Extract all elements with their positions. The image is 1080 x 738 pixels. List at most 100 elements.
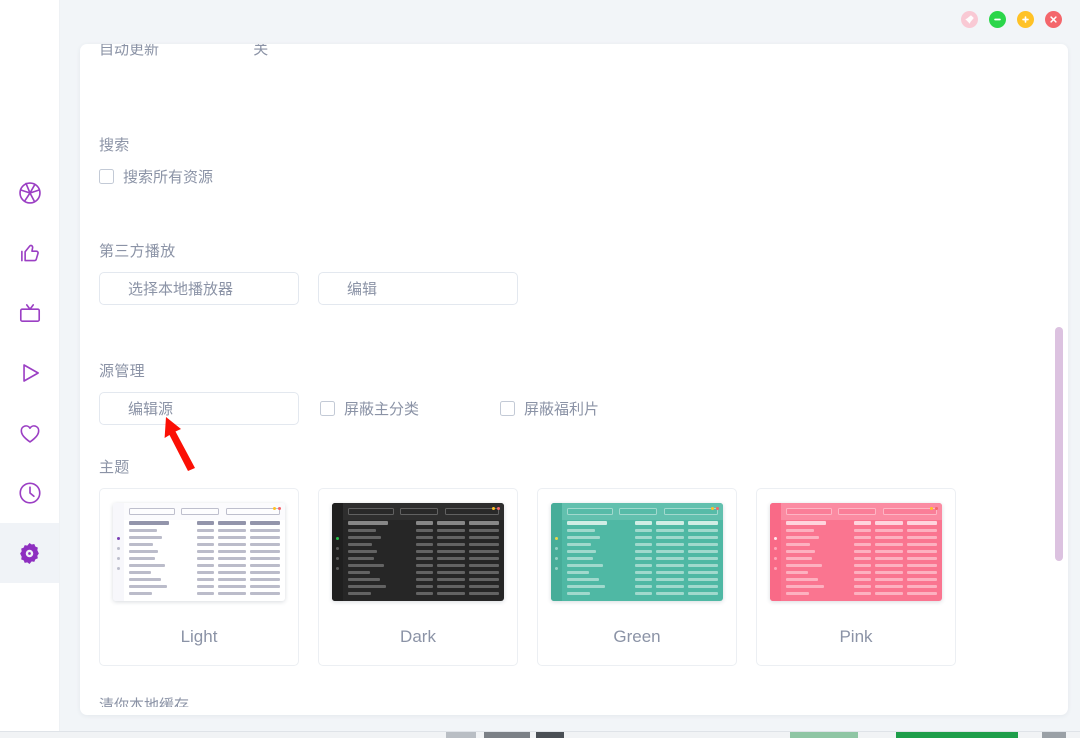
- preview-sidebar-dot: [336, 557, 339, 560]
- theme-option-dark[interactable]: Dark: [318, 488, 518, 666]
- preview-sidebar-dot: [117, 557, 120, 560]
- sidebar-item-history[interactable]: [0, 463, 59, 523]
- pin-button[interactable]: [961, 11, 978, 28]
- preview-table-row: [567, 576, 718, 582]
- preview-toolbar-field: [181, 508, 219, 515]
- preview-table-row: [786, 541, 937, 547]
- theme-preview-green: [551, 503, 723, 601]
- content-scrollbar-thumb[interactable]: [1055, 327, 1063, 561]
- preview-table-row: [786, 583, 937, 589]
- minus-icon: [992, 14, 1003, 25]
- sidebar-item-favorites[interactable]: [0, 403, 59, 463]
- preview-table-row: [567, 534, 718, 540]
- preview-table-row: [786, 569, 937, 575]
- preview-table-row: [348, 534, 499, 540]
- sidebar-top-spacer: [0, 0, 59, 163]
- heart-icon: [17, 420, 43, 446]
- preview-table-row: [786, 548, 937, 554]
- preview-table-row: [129, 548, 280, 554]
- preview-toolbar-field: [838, 508, 876, 515]
- theme-option-name: Dark: [400, 627, 436, 646]
- theme-preview-dark: [332, 503, 504, 601]
- preview-sidebar: [113, 503, 124, 601]
- sidebar-item-play[interactable]: [0, 343, 59, 403]
- edit-source-button[interactable]: 编辑源: [99, 392, 299, 425]
- preview-toolbar-field: [129, 508, 175, 515]
- block-main-category-checkbox[interactable]: 屏蔽主分类: [320, 398, 419, 419]
- block-welfare-checkbox[interactable]: 屏蔽福利片: [500, 398, 599, 419]
- preview-sidebar-dot: [336, 537, 339, 540]
- plus-icon: [1020, 14, 1031, 25]
- preview-toolbar: [562, 503, 723, 520]
- window-controls: [961, 11, 1062, 28]
- theme-option-light[interactable]: Light: [99, 488, 299, 666]
- preview-table-row: [567, 527, 718, 533]
- preview-sidebar-dot: [555, 547, 558, 550]
- clock-icon: [17, 480, 43, 506]
- preview-table-row: [786, 555, 937, 561]
- preview-table: [562, 520, 723, 601]
- preview-table-row: [348, 583, 499, 589]
- theme-option-list: Light Dark Green Pink: [99, 488, 956, 666]
- sidebar: [0, 0, 60, 731]
- theme-preview-light: [113, 503, 285, 601]
- maximize-button[interactable]: [1017, 11, 1034, 28]
- app-window: 自动更新 关 搜索 搜索所有资源 第三方播放 选择本地播放器 编辑 源管理 编辑…: [0, 0, 1080, 738]
- preview-table-row: [567, 555, 718, 561]
- preview-body: [343, 503, 504, 601]
- preview-sidebar-dot: [774, 567, 777, 570]
- preview-table-row: [348, 541, 499, 547]
- choose-local-player-button[interactable]: 选择本地播放器: [99, 272, 299, 305]
- preview-sidebar-dot: [555, 567, 558, 570]
- minimize-button[interactable]: [989, 11, 1006, 28]
- preview-table-row: [348, 590, 499, 596]
- theme-option-pink[interactable]: Pink: [756, 488, 956, 666]
- source-manage-section: 源管理 编辑源 屏蔽主分类 屏蔽福利片: [99, 362, 599, 425]
- preview-table-row: [567, 562, 718, 568]
- checkbox-box: [99, 169, 114, 184]
- preview-table-row: [129, 555, 280, 561]
- preview-table-row: [129, 590, 280, 596]
- preview-table-row: [348, 569, 499, 575]
- content-scrollbar-track[interactable]: [1055, 94, 1063, 715]
- preview-table-row: [786, 562, 937, 568]
- close-button[interactable]: [1045, 11, 1062, 28]
- preview-table-row: [129, 541, 280, 547]
- search-all-resources-checkbox[interactable]: 搜索所有资源: [99, 166, 213, 187]
- preview-sidebar-dot: [117, 547, 120, 550]
- sidebar-item-settings[interactable]: [0, 523, 59, 583]
- sidebar-item-recommend[interactable]: [0, 223, 59, 283]
- edit-player-button[interactable]: 编辑: [318, 272, 518, 305]
- preview-toolbar-field: [786, 508, 832, 515]
- clipped-top-row: 自动更新 关: [99, 44, 268, 60]
- preview-table-row: [786, 534, 937, 540]
- pin-icon: [964, 14, 975, 25]
- preview-table-row: [129, 534, 280, 540]
- preview-sidebar-dot: [336, 567, 339, 570]
- preview-toolbar-field: [619, 508, 657, 515]
- preview-table-row: [348, 555, 499, 561]
- preview-table-row: [348, 527, 499, 533]
- theme-option-name: Light: [180, 627, 218, 646]
- preview-table-row: [567, 548, 718, 554]
- gear-icon: [17, 541, 42, 566]
- theme-label: 主题: [99, 459, 130, 476]
- sidebar-item-tv[interactable]: [0, 283, 59, 343]
- preview-toolbar-field: [400, 508, 438, 515]
- preview-toolbar-field: [664, 508, 718, 515]
- preview-table: [781, 520, 942, 601]
- block-welfare-label: 屏蔽福利片: [524, 401, 600, 418]
- preview-sidebar: [332, 503, 343, 601]
- preview-table-header: [129, 520, 280, 526]
- preview-table-row: [348, 548, 499, 554]
- preview-table: [124, 520, 285, 601]
- preview-window-dots: [273, 507, 281, 510]
- theme-option-green[interactable]: Green: [537, 488, 737, 666]
- os-taskbar: [0, 731, 1080, 738]
- clipped-top-left: 自动更新: [99, 44, 160, 58]
- sidebar-item-aperture[interactable]: [0, 163, 59, 223]
- preview-body: [124, 503, 285, 601]
- preview-sidebar-dot: [336, 547, 339, 550]
- preview-table-row: [567, 569, 718, 575]
- preview-toolbar-field: [348, 508, 394, 515]
